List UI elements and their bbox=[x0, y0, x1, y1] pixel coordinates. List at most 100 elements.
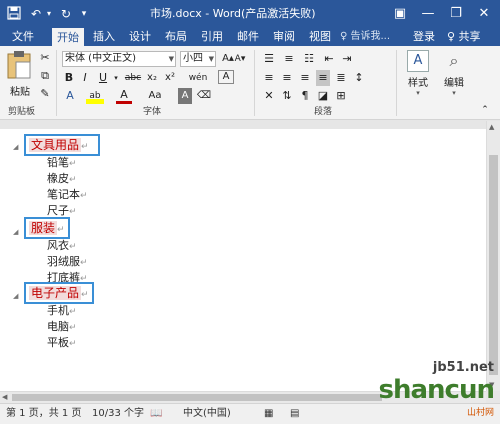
heading-stationery: 文具用品 ↵ bbox=[24, 134, 100, 156]
font-size-select[interactable]: 小四 ▼ bbox=[180, 51, 216, 67]
subscript-button[interactable]: x₂ bbox=[144, 70, 160, 86]
vertical-scroll-thumb[interactable] bbox=[489, 155, 498, 375]
word-count[interactable]: 10/33 个字 bbox=[92, 404, 144, 424]
share-button[interactable]: ♀ 共享 bbox=[447, 28, 481, 46]
restore-icon[interactable]: ❐ bbox=[442, 0, 470, 28]
document-page[interactable]: ◢ 文具用品 ↵ 铅笔↵ 橡皮↵ 笔记本↵ 尺子↵ ◢ 服装 ↵ 风衣↵ 羽绒服↵ … bbox=[0, 129, 486, 391]
show-marks-icon[interactable]: ¶ bbox=[298, 88, 312, 104]
redo-icon[interactable]: ↻ bbox=[58, 6, 74, 22]
bold-button[interactable]: B bbox=[62, 70, 76, 86]
tab-home[interactable]: 开始 bbox=[52, 28, 84, 46]
highlight-button[interactable]: ab bbox=[86, 88, 104, 104]
save-icon[interactable] bbox=[6, 6, 22, 22]
customize-quick-access-icon[interactable]: ▾ bbox=[78, 6, 90, 22]
paragraph-mark: ↵ bbox=[69, 175, 77, 185]
scroll-up-icon[interactable]: ▲ bbox=[489, 123, 494, 131]
print-layout-icon[interactable]: ▤ bbox=[290, 404, 299, 424]
close-icon[interactable]: ✕ bbox=[470, 0, 498, 28]
tab-insert[interactable]: 插入 bbox=[88, 28, 120, 46]
clipboard-icon bbox=[7, 51, 31, 79]
decrease-indent-icon[interactable]: ⇤ bbox=[322, 51, 336, 67]
italic-button[interactable]: I bbox=[78, 70, 92, 86]
login-link[interactable]: 登录 bbox=[413, 28, 435, 46]
multilevel-list-icon[interactable]: ☷ bbox=[302, 51, 316, 67]
paragraph-mark: ↵ bbox=[69, 207, 77, 217]
tell-me-search[interactable]: ♀ 告诉我... bbox=[340, 28, 390, 46]
tab-design[interactable]: 设计 bbox=[124, 28, 156, 46]
styles-button[interactable]: A 样式 ▾ bbox=[404, 50, 432, 102]
ribbon-tabs: 文件 开始 插入 设计 布局 引用 邮件 审阅 视图 ♀ 告诉我... 登录 ♀… bbox=[0, 28, 500, 46]
item-text: 笔记本 bbox=[47, 188, 80, 201]
clear-format-icon[interactable]: ⌫ bbox=[196, 88, 212, 104]
ruler bbox=[0, 121, 500, 129]
vertical-scrollbar[interactable]: ▲ ▼ bbox=[486, 121, 500, 391]
page-count[interactable]: 第 1 页，共 1 页 bbox=[6, 404, 81, 424]
chevron-down-icon[interactable]: ▾ bbox=[112, 70, 120, 86]
undo-dropdown-icon[interactable]: ▾ bbox=[44, 6, 54, 22]
bullets-icon[interactable]: ☰ bbox=[262, 51, 276, 67]
paste-label: 粘贴 bbox=[10, 87, 30, 98]
tab-references[interactable]: 引用 bbox=[196, 28, 228, 46]
horizontal-scroll-thumb[interactable] bbox=[12, 394, 382, 401]
format-painter-icon[interactable]: ✎ bbox=[38, 86, 52, 102]
watermark-sub: 山村网 bbox=[466, 408, 494, 418]
tab-file[interactable]: 文件 bbox=[6, 28, 40, 46]
strikethrough-button[interactable]: abc bbox=[124, 70, 142, 86]
item-text: 羽绒服 bbox=[47, 255, 80, 268]
collapse-icon[interactable]: ◢ bbox=[13, 228, 18, 236]
tab-review[interactable]: 审阅 bbox=[268, 28, 300, 46]
collapse-icon[interactable]: ◢ bbox=[13, 143, 18, 151]
character-shading-button[interactable]: A bbox=[178, 88, 192, 104]
shrink-font-button[interactable]: A▾ bbox=[232, 51, 248, 67]
proofing-icon[interactable]: 📖 bbox=[150, 404, 162, 424]
paste-button[interactable]: 粘贴 bbox=[6, 50, 34, 102]
editing-label: 编辑 bbox=[444, 78, 464, 89]
enclose-characters-button[interactable]: A bbox=[218, 70, 234, 84]
font-name-select[interactable]: 宋体 (中文正文) ▼ bbox=[62, 51, 176, 67]
paragraph-mark: ↵ bbox=[69, 159, 77, 169]
scroll-left-icon[interactable]: ◀ bbox=[2, 393, 7, 401]
line-spacing-icon[interactable]: ↕ bbox=[352, 70, 366, 86]
divider bbox=[56, 50, 57, 116]
cut-icon[interactable]: ✂ bbox=[38, 50, 52, 66]
ribbon-options-icon[interactable]: ▣ bbox=[386, 0, 414, 28]
editing-button[interactable]: ⌕ 编辑 ▾ bbox=[440, 50, 468, 102]
tab-mailings[interactable]: 邮件 bbox=[232, 28, 264, 46]
font-group-label: 字体 bbox=[143, 107, 162, 117]
list-item: 笔记本↵ bbox=[47, 187, 88, 202]
align-center-icon[interactable]: ≡ bbox=[280, 70, 294, 86]
phonetic-guide-button[interactable]: wén bbox=[188, 70, 208, 86]
text-effects-icon[interactable]: A bbox=[62, 88, 78, 104]
undo-icon[interactable]: ↶ bbox=[28, 6, 44, 22]
item-text: 手机 bbox=[47, 304, 69, 317]
align-left-icon[interactable]: ≡ bbox=[262, 70, 276, 86]
numbering-icon[interactable]: ≡ bbox=[282, 51, 296, 67]
font-color-button[interactable]: A bbox=[116, 88, 132, 104]
read-mode-icon[interactable]: ▦ bbox=[264, 404, 273, 424]
item-text: 尺子 bbox=[47, 204, 69, 217]
align-right-icon[interactable]: ≡ bbox=[298, 70, 312, 86]
distributed-icon[interactable]: ≣ bbox=[334, 70, 348, 86]
collapse-ribbon-icon[interactable]: ⌃ bbox=[478, 102, 492, 118]
justify-icon[interactable]: ≡ bbox=[316, 70, 330, 86]
change-case-button[interactable]: Aa bbox=[146, 88, 164, 104]
tab-layout[interactable]: 布局 bbox=[160, 28, 192, 46]
tab-view[interactable]: 视图 bbox=[304, 28, 336, 46]
font-size-value: 小四 bbox=[183, 53, 203, 64]
borders-icon[interactable]: ⊞ bbox=[334, 88, 348, 104]
divider bbox=[254, 50, 255, 116]
increase-indent-icon[interactable]: ⇥ bbox=[340, 51, 354, 67]
chinese-layout-icon[interactable]: ✕ bbox=[262, 88, 276, 104]
sort-icon[interactable]: ⇅ bbox=[280, 88, 294, 104]
collapse-icon[interactable]: ◢ bbox=[13, 292, 18, 300]
shading-icon[interactable]: ◪ bbox=[316, 88, 330, 104]
paragraph-mark: ↵ bbox=[69, 307, 77, 317]
superscript-button[interactable]: x² bbox=[162, 70, 178, 86]
underline-button[interactable]: U bbox=[96, 70, 110, 86]
minimize-icon[interactable]: — bbox=[414, 0, 442, 28]
language-status[interactable]: 中文(中国) bbox=[183, 404, 231, 424]
heading-text: 文具用品 bbox=[29, 138, 82, 152]
list-item: 橡皮↵ bbox=[47, 171, 77, 186]
heading-electronics: 电子产品 ↵ bbox=[24, 282, 94, 304]
copy-icon[interactable]: ⧉ bbox=[38, 68, 52, 84]
